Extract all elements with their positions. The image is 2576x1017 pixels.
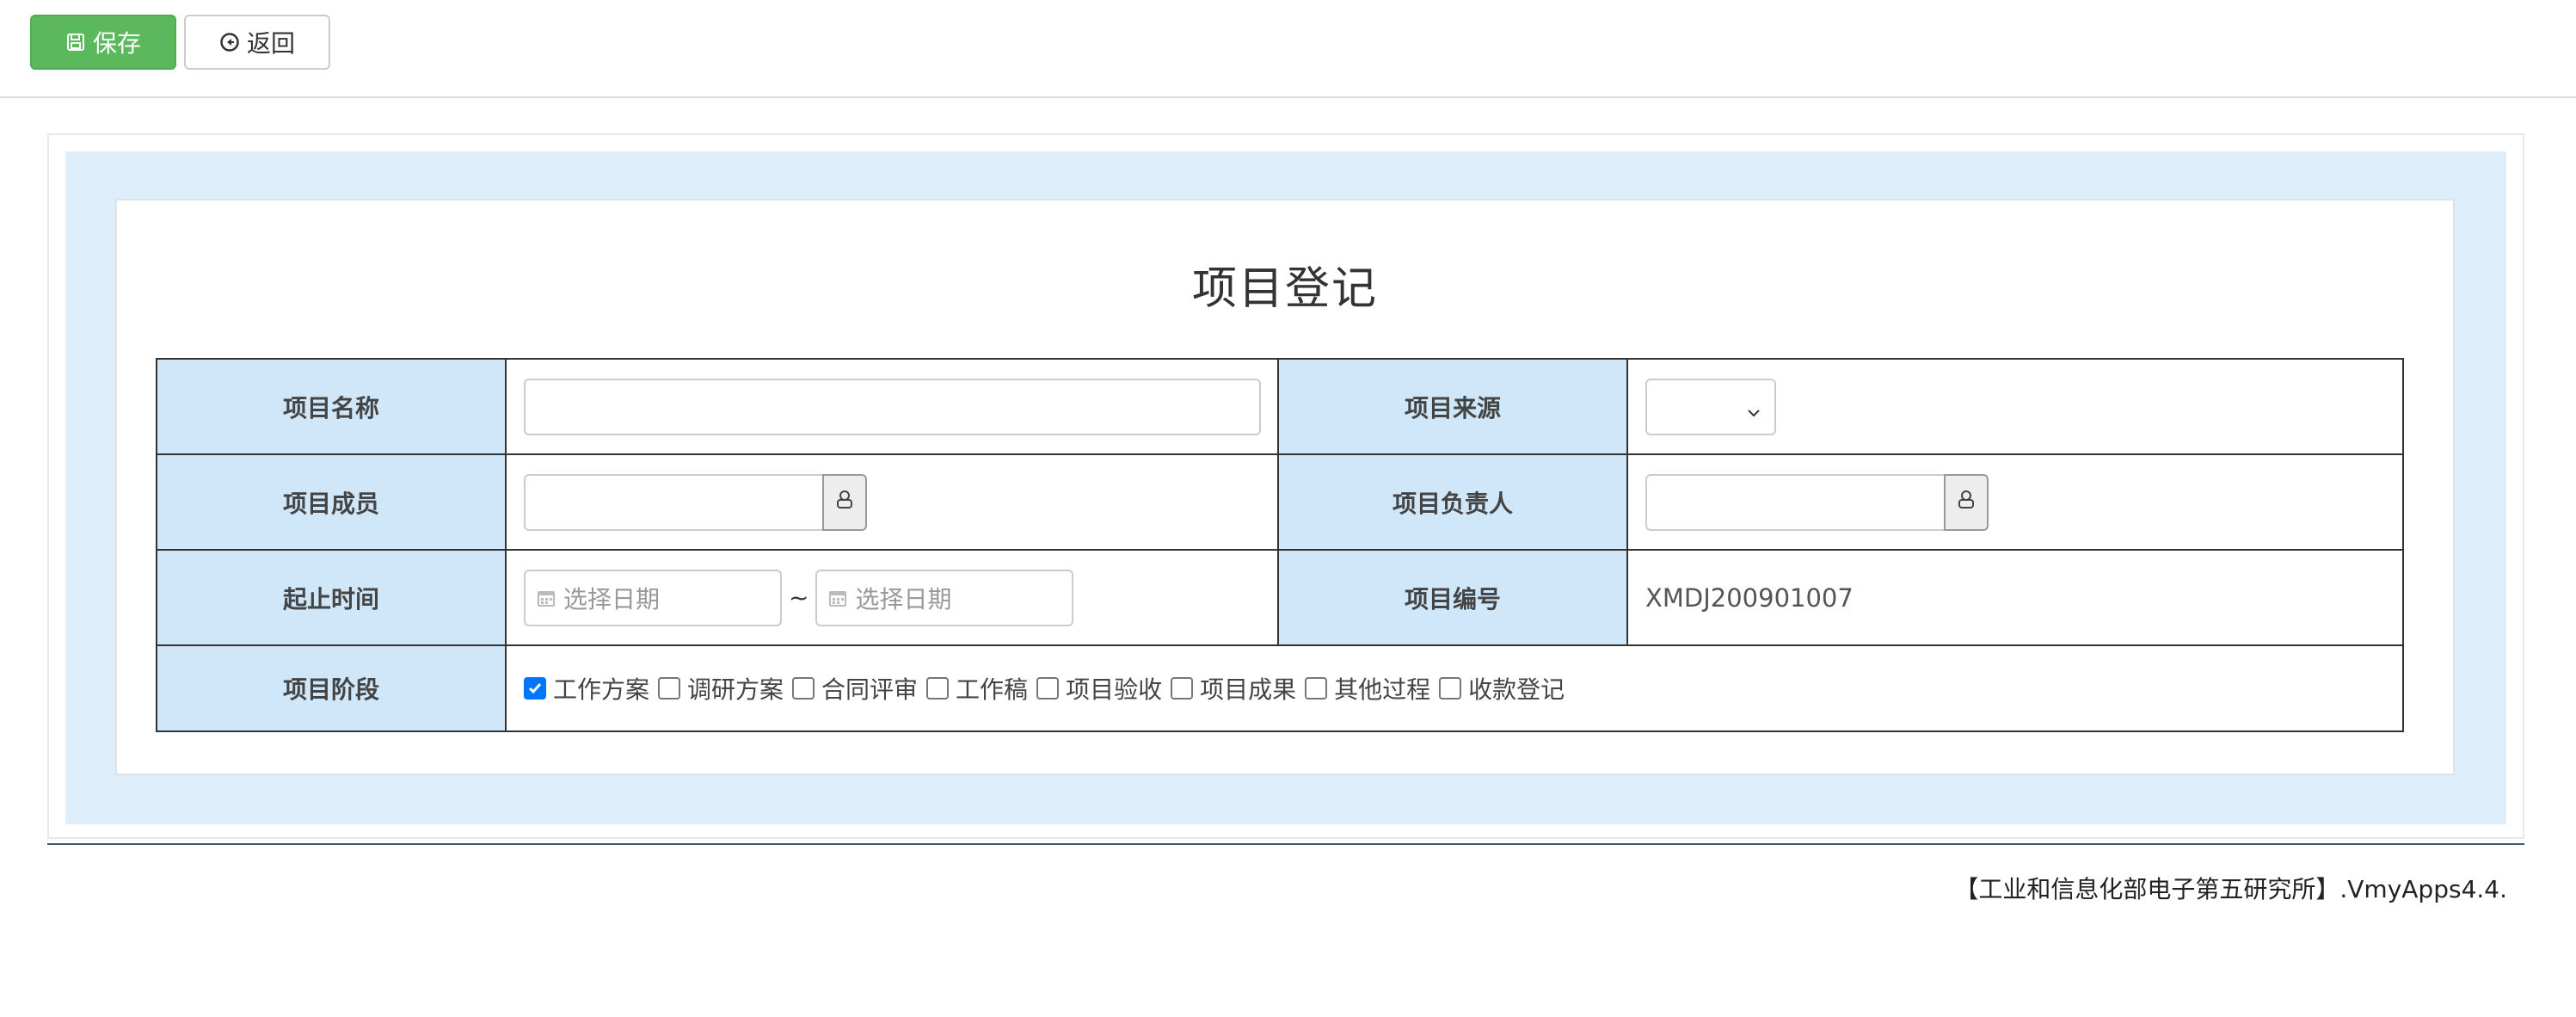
stage-checkbox-payment[interactable]: 收款登记 bbox=[1439, 671, 1565, 706]
checkbox-icon[interactable] bbox=[926, 677, 950, 700]
user-icon bbox=[833, 488, 856, 516]
checkbox-icon[interactable] bbox=[658, 677, 681, 700]
date-range: 选择日期 ~ 选择日期 bbox=[524, 569, 1260, 626]
stage-label: 项目验收 bbox=[1066, 675, 1163, 704]
cell-project-members bbox=[505, 453, 1279, 551]
save-button-label: 保存 bbox=[92, 29, 141, 58]
project-name-input[interactable] bbox=[524, 378, 1261, 435]
project-form-table: 项目名称 项目来源 项目成员 项目负责人 起止时间 选择日期 ~ 选择日期 项目… bbox=[156, 358, 2404, 732]
leader-picker-button[interactable] bbox=[1944, 473, 1989, 531]
checkbox-icon[interactable] bbox=[792, 677, 815, 700]
stage-label: 收款登记 bbox=[1468, 675, 1565, 704]
label-project-stage: 项目阶段 bbox=[156, 644, 507, 732]
stage-checkbox-other[interactable]: 其他过程 bbox=[1305, 671, 1430, 706]
calendar-icon bbox=[827, 588, 848, 608]
end-date-placeholder: 选择日期 bbox=[855, 584, 952, 613]
project-code-value: XMDJ200901007 bbox=[1645, 582, 1854, 613]
stage-checkbox-research-plan[interactable]: 调研方案 bbox=[658, 671, 784, 706]
label-project-name: 项目名称 bbox=[156, 358, 507, 455]
stage-checkbox-contract-review[interactable]: 合同评审 bbox=[792, 671, 918, 706]
date-separator: ~ bbox=[789, 583, 809, 612]
cell-period: 选择日期 ~ 选择日期 bbox=[505, 549, 1279, 646]
members-picker-button[interactable] bbox=[822, 473, 867, 531]
stage-checkbox-draft[interactable]: 工作稿 bbox=[926, 671, 1028, 706]
checkbox-icon[interactable] bbox=[1036, 677, 1060, 700]
form-row-stage: 项目阶段 工作方案 调研方案 合同评审 工作稿 项目验收 项目成果 其他过程 收… bbox=[156, 644, 2404, 732]
back-button-label: 返回 bbox=[246, 29, 295, 58]
stage-label: 其他过程 bbox=[1334, 675, 1431, 704]
project-leader-group bbox=[1645, 473, 2385, 531]
stage-label: 工作方案 bbox=[553, 675, 650, 704]
calendar-icon bbox=[536, 588, 556, 608]
back-button[interactable]: 返回 bbox=[184, 15, 330, 70]
stage-label: 项目成果 bbox=[1200, 675, 1297, 704]
form-row-period: 起止时间 选择日期 ~ 选择日期 项目编号 XMDJ200901007 bbox=[156, 549, 2404, 646]
page-title: 项目登记 bbox=[1191, 263, 1378, 315]
cell-project-stage: 工作方案 调研方案 合同评审 工作稿 项目验收 项目成果 其他过程 收款登记 bbox=[505, 644, 2404, 732]
project-source-select[interactable] bbox=[1645, 378, 1776, 435]
chevron-down-icon bbox=[1745, 399, 1762, 428]
save-button[interactable]: 保存 bbox=[30, 15, 176, 70]
user-icon bbox=[1955, 488, 1977, 516]
stage-checkbox-results[interactable]: 项目成果 bbox=[1171, 671, 1296, 706]
start-date-placeholder: 选择日期 bbox=[563, 584, 661, 613]
cell-project-code: XMDJ200901007 bbox=[1626, 549, 2404, 646]
back-arrow-icon bbox=[219, 32, 240, 52]
cell-project-name bbox=[505, 358, 1279, 455]
form-row-name: 项目名称 项目来源 bbox=[156, 358, 2404, 455]
stage-label: 合同评审 bbox=[821, 675, 919, 704]
label-project-leader: 项目负责人 bbox=[1277, 453, 1628, 551]
stage-checkbox-work-plan[interactable]: 工作方案 bbox=[524, 671, 649, 706]
label-project-members: 项目成员 bbox=[156, 453, 507, 551]
checkbox-icon[interactable] bbox=[1305, 677, 1328, 700]
start-date-input[interactable]: 选择日期 bbox=[524, 569, 782, 626]
label-period: 起止时间 bbox=[156, 549, 507, 646]
stage-label: 工作稿 bbox=[956, 675, 1029, 704]
stage-label: 调研方案 bbox=[687, 675, 784, 704]
project-leader-input[interactable] bbox=[1645, 473, 1944, 531]
footer-divider bbox=[47, 843, 2524, 845]
form-row-members: 项目成员 项目负责人 bbox=[156, 453, 2404, 551]
project-members-input[interactable] bbox=[524, 473, 822, 531]
label-project-code: 项目编号 bbox=[1277, 549, 1628, 646]
stage-checkbox-group: 工作方案 调研方案 合同评审 工作稿 项目验收 项目成果 其他过程 收款登记 bbox=[524, 671, 2385, 706]
footer-copyright: 【工业和信息化部电子第五研究所】.VmyApps4.4. bbox=[1954, 875, 2507, 903]
cell-project-leader bbox=[1626, 453, 2404, 551]
stage-checkbox-acceptance[interactable]: 项目验收 bbox=[1036, 671, 1162, 706]
toolbar: 保存 返回 bbox=[0, 0, 2576, 98]
end-date-input[interactable]: 选择日期 bbox=[815, 569, 1074, 626]
checkbox-checked-icon[interactable] bbox=[524, 677, 546, 700]
checkbox-icon[interactable] bbox=[1439, 677, 1462, 700]
project-members-group bbox=[524, 473, 1260, 531]
label-project-source: 项目来源 bbox=[1277, 358, 1628, 455]
checkbox-icon[interactable] bbox=[1171, 677, 1194, 700]
save-icon bbox=[65, 32, 86, 52]
cell-project-source bbox=[1626, 358, 2404, 455]
